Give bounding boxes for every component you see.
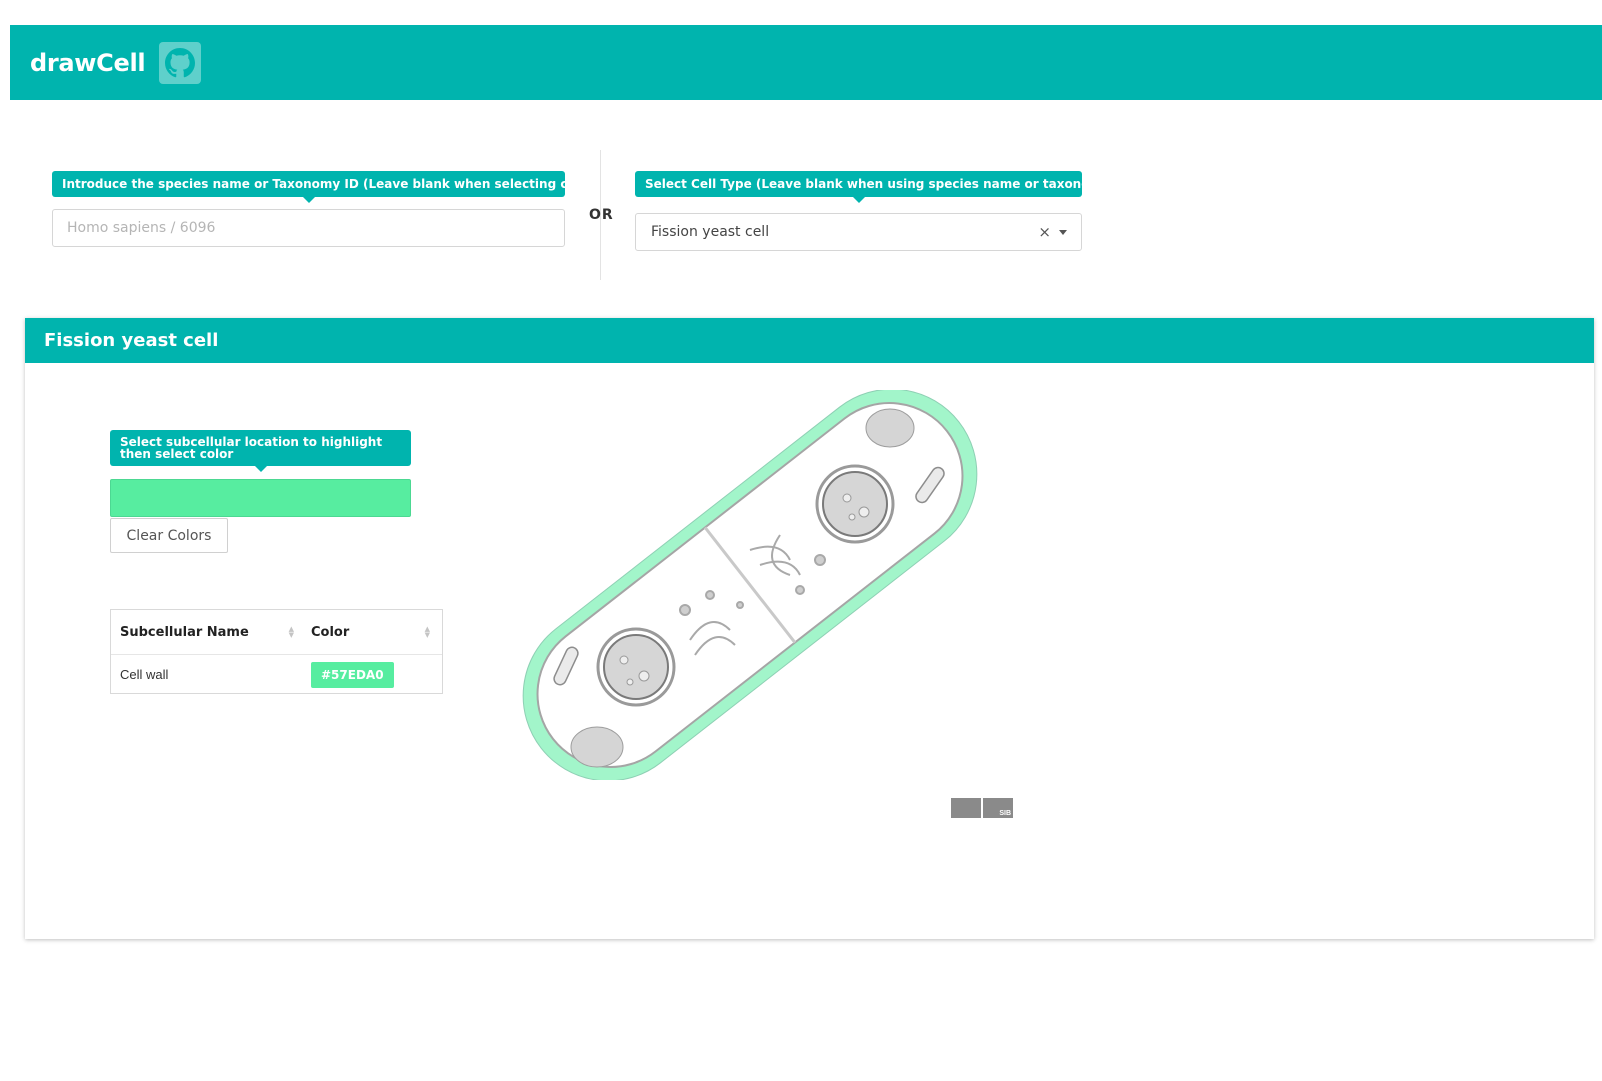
logos: SIB bbox=[951, 798, 1013, 818]
clear-colors-button[interactable]: Clear Colors bbox=[110, 518, 228, 553]
subcellular-tooltip: Select subcellular location to highlight… bbox=[110, 430, 411, 472]
panel-title: Fission yeast cell bbox=[25, 318, 1594, 363]
cell-type-tooltip: Select Cell Type (Leave blank when using… bbox=[635, 171, 1134, 203]
nucleus-left[interactable] bbox=[596, 627, 676, 707]
chevron-down-icon[interactable] bbox=[1059, 229, 1067, 235]
sort-icon[interactable]: ▲ ▼ bbox=[425, 626, 430, 639]
table-row[interactable]: Cell wall #57EDA0 bbox=[111, 655, 442, 694]
github-button[interactable] bbox=[159, 41, 202, 84]
cell-name: Cell wall bbox=[120, 667, 169, 682]
nucleus-right[interactable] bbox=[815, 464, 895, 544]
cell-type-select[interactable]: Fission yeast cell × bbox=[635, 213, 1082, 251]
cell-type-value: Fission yeast cell bbox=[651, 224, 770, 240]
species-tooltip: Introduce the species name or Taxonomy I… bbox=[52, 171, 624, 203]
navbar: drawCell bbox=[10, 25, 1602, 100]
color-picker[interactable] bbox=[110, 479, 411, 517]
cell-panel: Fission yeast cell Select subcellular lo… bbox=[25, 318, 1594, 939]
column-header-color-label: Color bbox=[311, 624, 350, 640]
species-input[interactable] bbox=[52, 209, 565, 247]
column-header-name[interactable]: Subcellular Name ▲ ▼ bbox=[111, 625, 306, 640]
cell-diagram[interactable] bbox=[510, 390, 990, 780]
clear-selection-icon[interactable]: × bbox=[1038, 223, 1051, 241]
sib-logo[interactable]: SIB bbox=[983, 798, 1013, 818]
sort-icon[interactable]: ▲ ▼ bbox=[289, 626, 294, 639]
column-header-color[interactable]: Color ▲ ▼ bbox=[306, 625, 442, 640]
subcellular-table: Subcellular Name ▲ ▼ Color ▲ ▼ Cell wall #… bbox=[110, 609, 443, 694]
expasy-logo[interactable] bbox=[951, 798, 981, 818]
app-title[interactable]: drawCell bbox=[30, 49, 146, 77]
github-icon bbox=[165, 47, 196, 77]
or-label: OR bbox=[589, 207, 614, 223]
column-header-name-label: Subcellular Name bbox=[120, 624, 249, 640]
color-chip[interactable]: #57EDA0 bbox=[311, 661, 394, 688]
table-header: Subcellular Name ▲ ▼ Color ▲ ▼ bbox=[111, 610, 442, 655]
cell-membrane[interactable] bbox=[510, 390, 990, 780]
